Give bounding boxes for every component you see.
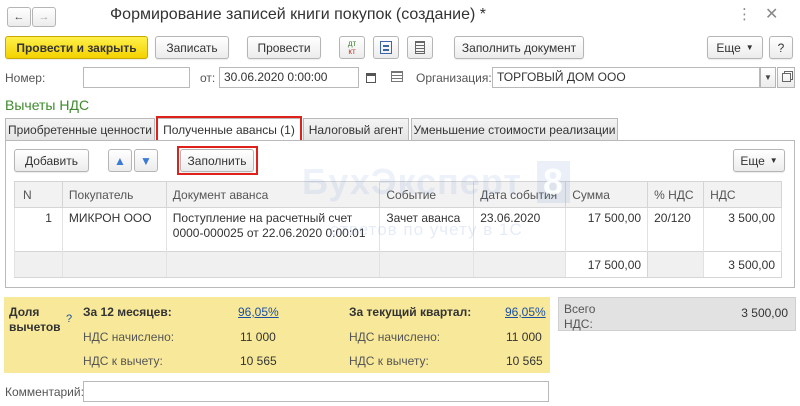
column-header-n[interactable]: N: [14, 181, 63, 208]
organization-open-button[interactable]: [777, 67, 795, 88]
row-number: 1: [14, 207, 63, 252]
organization-field[interactable]: ТОРГОВЫЙ ДОМ ООО: [492, 67, 760, 88]
quarter-accrued-label: НДС начислено:: [349, 330, 441, 344]
arrow-down-icon: ▼: [140, 153, 152, 168]
arrow-right-icon: →: [38, 11, 50, 23]
tab-highlight: [156, 116, 302, 142]
menu-dots-icon[interactable]: ⋮: [737, 5, 752, 23]
year-percent-link[interactable]: 96,05%: [238, 305, 279, 319]
move-up-button[interactable]: ▲: [108, 149, 132, 172]
arrow-left-icon: ←: [13, 11, 25, 23]
table-more-button[interactable]: Еще ▼: [733, 149, 785, 172]
save-button[interactable]: Записать: [155, 36, 229, 59]
quarter-accrued-value: 11 000: [506, 330, 542, 344]
structure-icon: [380, 41, 392, 54]
more-button[interactable]: Еще ▼: [707, 36, 763, 59]
chevron-down-icon: ▼: [745, 43, 754, 52]
forward-button[interactable]: →: [32, 7, 56, 27]
window-title: Формирование записей книги покупок (созд…: [110, 6, 487, 23]
year-deductible-label: НДС к вычету:: [83, 354, 163, 368]
add-button[interactable]: Добавить: [14, 149, 89, 172]
dt-kt-button[interactable]: дт кт: [339, 36, 365, 59]
watermark-brand: БухЭксперт 8: [302, 161, 571, 203]
date-label: от:: [200, 71, 216, 85]
structure-button[interactable]: [373, 36, 399, 59]
number-field[interactable]: [83, 67, 190, 88]
total-vat-label-line1: Всего: [564, 302, 596, 316]
tab-tax-agent[interactable]: Налоговый агент: [303, 118, 409, 140]
column-header-sum[interactable]: Сумма: [565, 181, 649, 208]
arrow-up-icon: ▲: [114, 153, 126, 168]
date-field[interactable]: 30.06.2020 0:00:00: [219, 67, 359, 88]
year-deductible-value: 10 565: [240, 354, 277, 368]
calendar-icon: [365, 72, 376, 83]
organization-label: Организация:: [416, 71, 492, 85]
quarter-title: За текущий квартал:: [349, 305, 472, 319]
share-label-line1: Доля: [9, 305, 40, 319]
help-icon[interactable]: ?: [66, 313, 72, 325]
total-vat: 3 500,00: [703, 251, 782, 278]
organization-dropdown-button[interactable]: ▼: [760, 67, 776, 88]
tab-sales-cost-reduction[interactable]: Уменьшение стоимости реализации: [411, 118, 618, 140]
table-more-label: Еще: [740, 153, 765, 168]
post-and-close-button[interactable]: Провести и закрыть: [5, 36, 148, 59]
chevron-down-icon: ▼: [769, 156, 778, 165]
comment-field[interactable]: [83, 381, 549, 402]
list-icon[interactable]: [391, 71, 403, 82]
dt-kt-icon: дт кт: [347, 38, 357, 56]
year-accrued-value: 11 000: [240, 330, 276, 344]
total-vat-value: 3 500,00: [741, 306, 788, 320]
copy-icon: [781, 73, 791, 82]
row-vat-rate: 20/120: [647, 207, 705, 252]
calendar-button[interactable]: [361, 67, 380, 88]
post-button[interactable]: Провести: [247, 36, 321, 59]
year-accrued-label: НДС начислено:: [83, 330, 175, 344]
column-header-buyer[interactable]: Покупатель: [61, 181, 167, 208]
move-down-button[interactable]: ▼: [134, 149, 158, 172]
watermark-tagline: ответов по учету в 1С: [330, 220, 523, 239]
tab-acquired-values[interactable]: Приобретенные ценности: [5, 118, 155, 140]
year-title: За 12 месяцев:: [83, 305, 172, 319]
fill-highlight: [177, 146, 258, 175]
back-button[interactable]: ←: [7, 7, 31, 27]
share-label-line2: вычетов: [9, 320, 61, 334]
total-vat-label-line2: НДС:: [564, 317, 593, 331]
number-label: Номер:: [5, 71, 46, 85]
quarter-deductible-value: 10 565: [506, 354, 543, 368]
section-title: Вычеты НДС: [5, 97, 90, 113]
print-button[interactable]: [407, 36, 433, 59]
comment-label: Комментарий:: [5, 385, 84, 399]
watermark-brand-num: 8: [537, 161, 571, 203]
help-button[interactable]: ?: [769, 36, 793, 59]
chevron-down-icon: ▼: [764, 73, 772, 82]
close-icon[interactable]: ✕: [765, 4, 778, 24]
fill-document-button[interactable]: Заполнить документ: [454, 36, 584, 59]
quarter-percent-link[interactable]: 96,05%: [505, 305, 546, 319]
row-buyer: МИКРОН ООО: [61, 207, 167, 252]
column-header-vat[interactable]: НДС: [703, 181, 782, 208]
total-sum: 17 500,00: [565, 251, 649, 278]
row-sum: 17 500,00: [565, 207, 649, 252]
table-totals-row: 17 500,00 3 500,00: [14, 251, 782, 278]
column-header-vat-rate[interactable]: % НДС: [647, 181, 705, 208]
quarter-deductible-label: НДС к вычету:: [349, 354, 429, 368]
document-list-icon: [415, 41, 425, 54]
row-vat: 3 500,00: [703, 207, 782, 252]
more-label: Еще: [716, 40, 741, 55]
